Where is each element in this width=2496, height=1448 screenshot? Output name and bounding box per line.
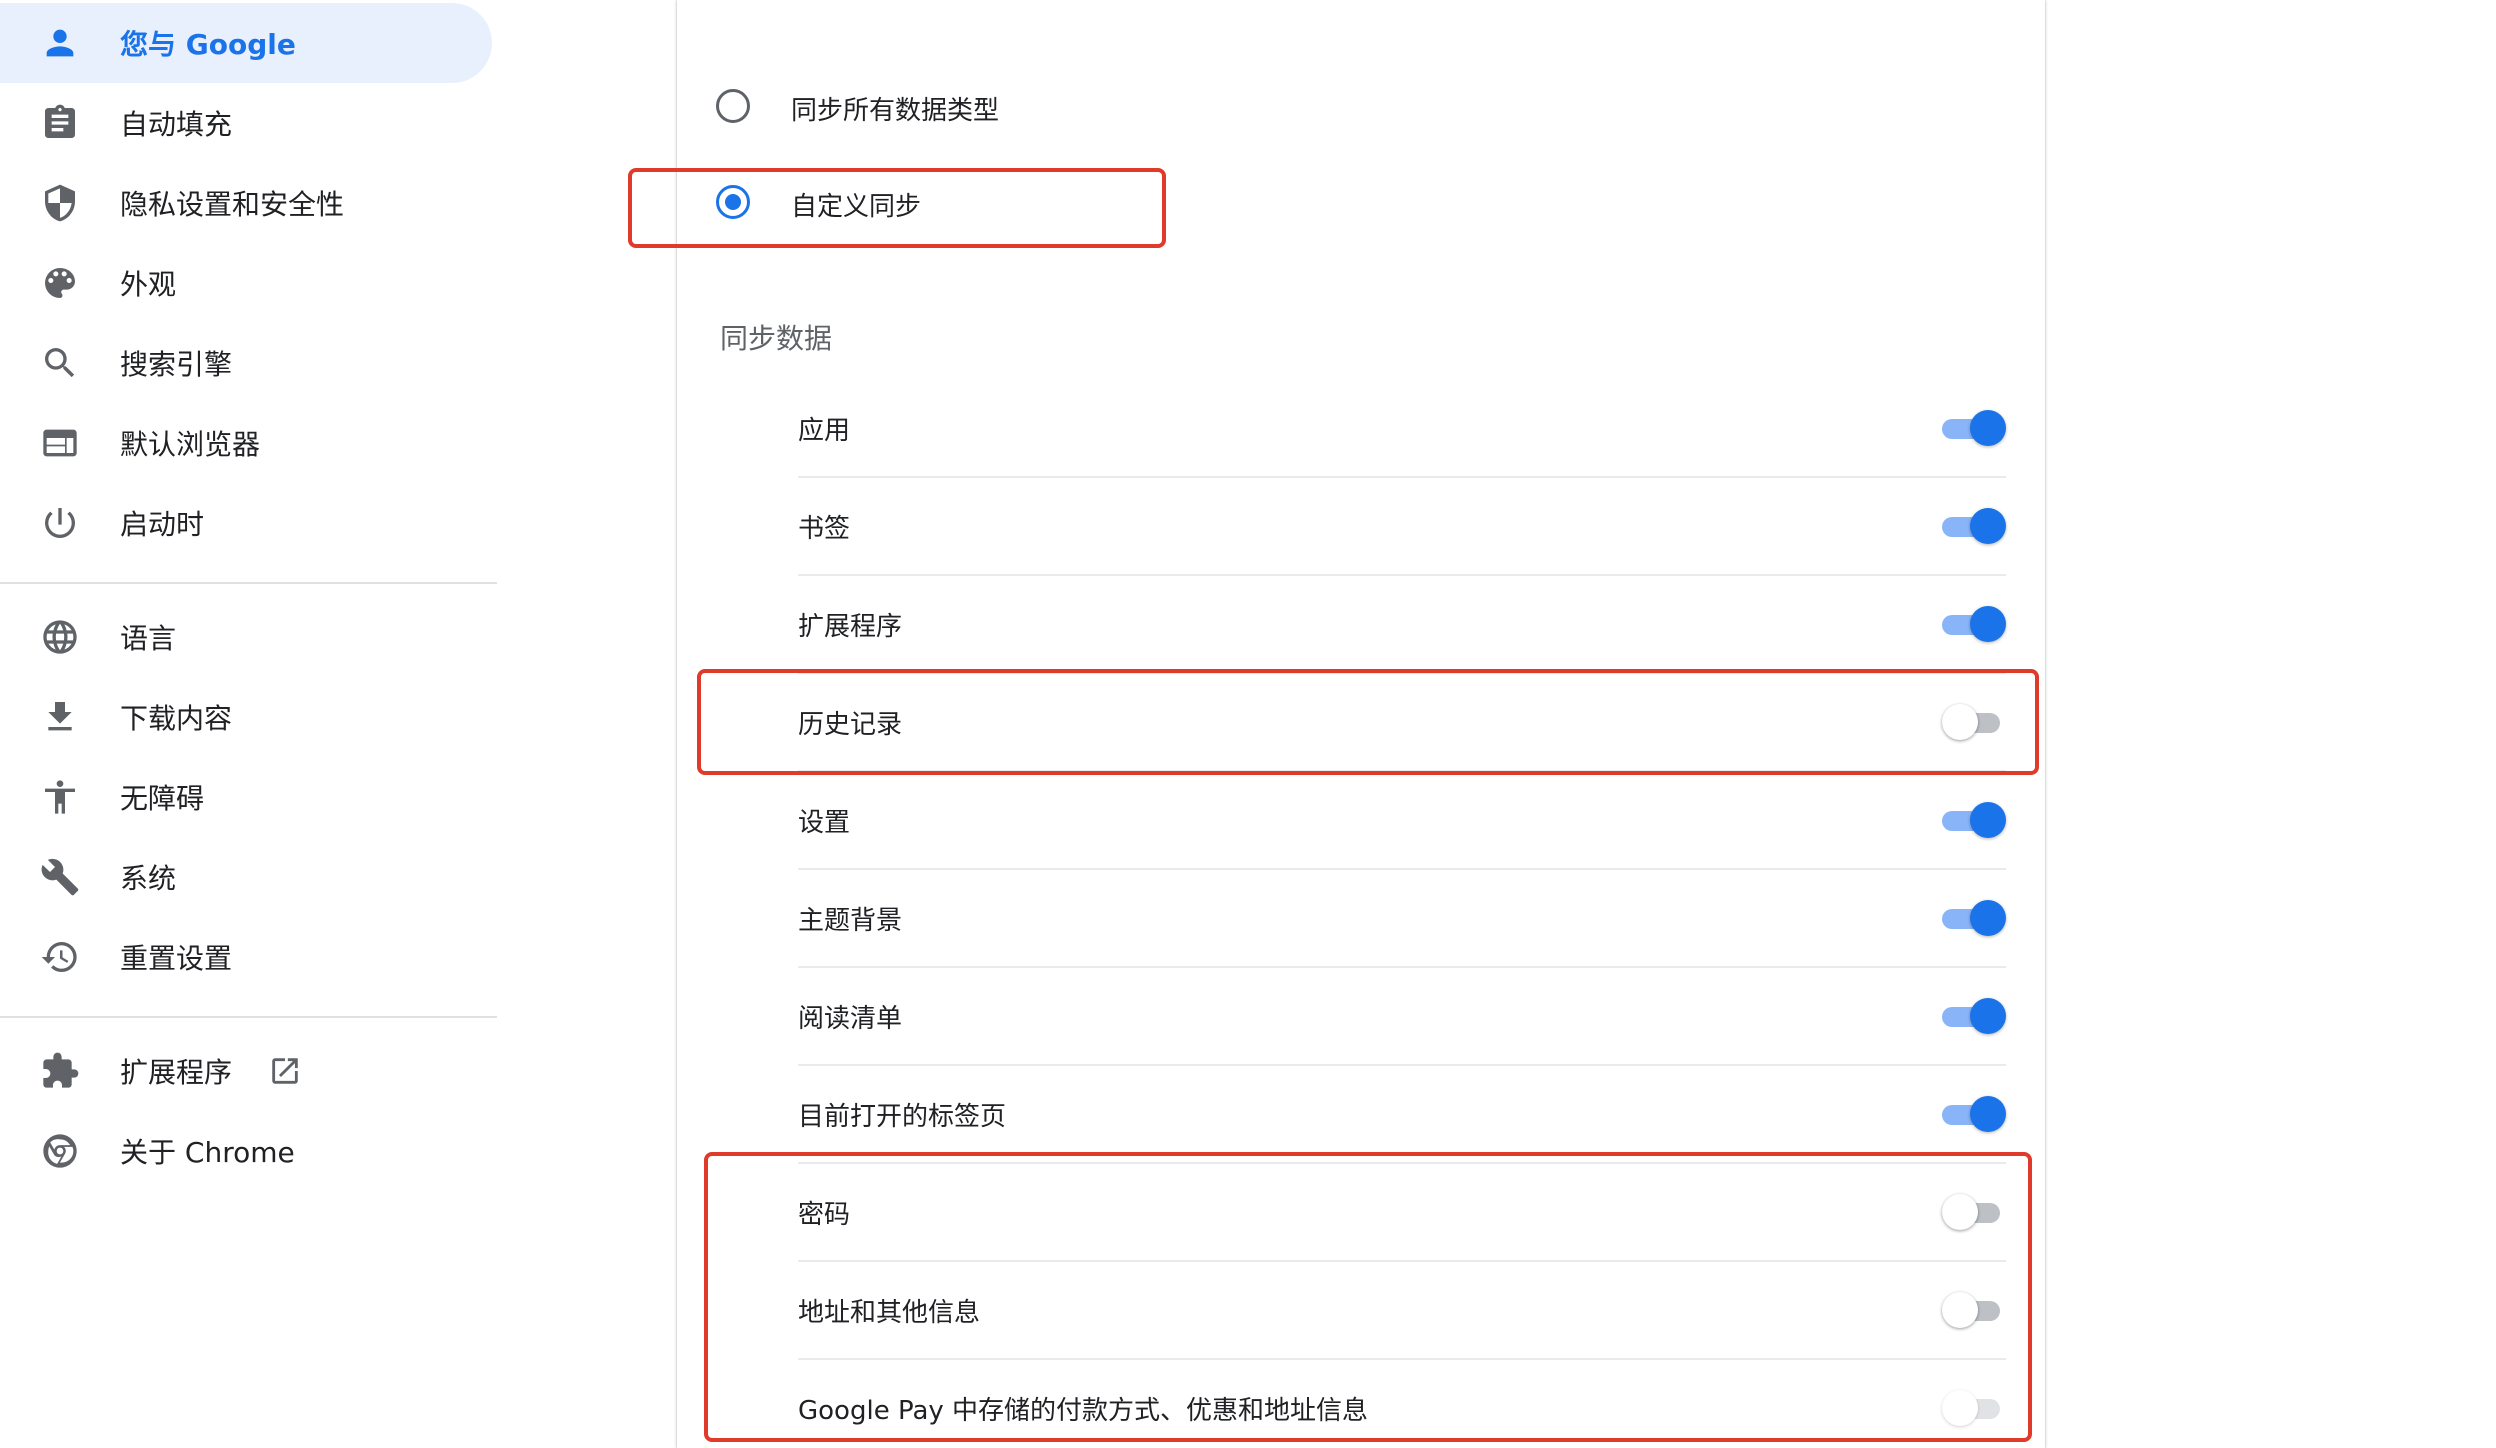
sidebar-item-on-startup[interactable]: 启动时	[0, 483, 492, 563]
row-divider	[798, 476, 2006, 478]
radio-label: 同步所有数据类型	[791, 96, 1000, 126]
toggle-switch[interactable]	[1942, 996, 2006, 1036]
puzzle-icon	[40, 1051, 80, 1091]
radio-button-checked[interactable]	[716, 185, 750, 219]
chrome-icon	[40, 1131, 80, 1171]
radio-button-unchecked[interactable]	[716, 89, 750, 123]
sidebar-item-label: 默认浏览器	[120, 428, 261, 461]
sync-row-history: 历史记录	[798, 672, 2006, 770]
sidebar-divider	[0, 1016, 497, 1018]
sidebar-divider	[0, 582, 497, 584]
sync-row-reading-list: 阅读清单	[798, 966, 2006, 1064]
sync-row-label: 书签	[798, 514, 851, 544]
toggle-switch[interactable]	[1942, 604, 2006, 644]
sync-row-themes: 主题背景	[798, 868, 2006, 966]
shield-icon	[40, 183, 80, 223]
palette-icon	[40, 263, 80, 303]
toggle-switch[interactable]	[1942, 1388, 2006, 1428]
sidebar-item-label: 您与 Google	[120, 28, 296, 61]
row-divider	[798, 770, 2006, 772]
row-divider	[798, 672, 2006, 674]
sidebar-item-extensions[interactable]: 扩展程序	[0, 1031, 492, 1111]
sidebar-item-system[interactable]: 系统	[0, 837, 492, 917]
toggle-switch[interactable]	[1942, 408, 2006, 448]
toggle-switch[interactable]	[1942, 506, 2006, 546]
download-icon	[40, 697, 80, 737]
row-divider	[798, 1162, 2006, 1164]
open-in-new-icon	[268, 1054, 302, 1088]
toggle-switch[interactable]	[1942, 1290, 2006, 1330]
sync-row-label: 阅读清单	[798, 1004, 903, 1034]
sync-row-label: 目前打开的标签页	[798, 1102, 1007, 1132]
sidebar-item-search-engine[interactable]: 搜索引擎	[0, 323, 492, 403]
sync-row-passwords: 密码	[798, 1162, 2006, 1260]
sync-row-label: 历史记录	[798, 710, 903, 740]
sync-settings-card: 同步所有数据类型 自定义同步 同步数据 应用 书签 扩展程序 历史记录 设置 主…	[677, 0, 2045, 1448]
sync-row-payments: Google Pay 中存储的付款方式、优惠和地址信息	[798, 1358, 2006, 1448]
sidebar-item-languages[interactable]: 语言	[0, 597, 492, 677]
toggle-switch[interactable]	[1942, 1192, 2006, 1232]
sync-row-label: 扩展程序	[798, 612, 903, 642]
radio-sync-everything[interactable]: 同步所有数据类型	[677, 66, 2045, 146]
sync-row-settings: 设置	[798, 770, 2006, 868]
sidebar-item-appearance[interactable]: 外观	[0, 243, 492, 323]
history-icon	[40, 937, 80, 977]
sidebar-item-label: 启动时	[120, 508, 205, 541]
toggle-switch[interactable]	[1942, 702, 2006, 742]
sync-row-label: 应用	[798, 416, 851, 446]
sync-row-label: 密码	[798, 1200, 851, 1230]
sidebar-item-label: 关于 Chrome	[120, 1136, 295, 1169]
sidebar-item-label: 自动填充	[120, 108, 233, 141]
sidebar-item-label: 搜索引擎	[120, 348, 233, 381]
sidebar-item-reset[interactable]: 重置设置	[0, 917, 492, 997]
sync-row-label: 设置	[798, 808, 851, 838]
browser-icon	[40, 423, 80, 463]
row-divider	[798, 1358, 2006, 1360]
radio-label: 自定义同步	[791, 192, 922, 222]
globe-icon	[40, 617, 80, 657]
clipboard-icon	[40, 103, 80, 143]
row-divider	[798, 1064, 2006, 1066]
radio-customize-sync[interactable]: 自定义同步	[677, 162, 2045, 242]
row-divider	[798, 868, 2006, 870]
sync-row-label: 主题背景	[798, 906, 903, 936]
toggle-switch[interactable]	[1942, 898, 2006, 938]
sidebar-item-downloads[interactable]: 下载内容	[0, 677, 492, 757]
sidebar-item-label: 语言	[120, 622, 177, 655]
toggle-switch[interactable]	[1942, 800, 2006, 840]
sidebar-item-privacy[interactable]: 隐私设置和安全性	[0, 163, 492, 243]
sidebar-item-label: 下载内容	[120, 702, 233, 735]
sidebar-item-label: 无障碍	[120, 782, 205, 815]
sidebar-item-autofill[interactable]: 自动填充	[0, 83, 492, 163]
sync-row-label: 地址和其他信息	[798, 1298, 981, 1328]
sidebar-item-about-chrome[interactable]: 关于 Chrome	[0, 1111, 492, 1191]
sidebar-item-label: 重置设置	[120, 942, 233, 975]
sync-row-bookmarks: 书签	[798, 476, 2006, 574]
row-divider	[798, 574, 2006, 576]
accessibility-icon	[40, 777, 80, 817]
sync-row-apps: 应用	[798, 378, 2006, 476]
sidebar-item-label: 外观	[120, 268, 177, 301]
power-icon	[40, 503, 80, 543]
sidebar-item-label: 扩展程序	[120, 1056, 233, 1089]
settings-sidebar: 您与 Google 自动填充 隐私设置和安全性 外观 搜索引擎 默认浏览器 启动…	[0, 0, 497, 1448]
sync-data-heading: 同步数据	[720, 322, 833, 355]
sidebar-item-label: 隐私设置和安全性	[120, 188, 345, 221]
sidebar-item-default-browser[interactable]: 默认浏览器	[0, 403, 492, 483]
sidebar-item-label: 系统	[120, 862, 177, 895]
toggle-switch[interactable]	[1942, 1094, 2006, 1134]
sidebar-item-accessibility[interactable]: 无障碍	[0, 757, 492, 837]
row-divider	[798, 1260, 2006, 1262]
sync-row-addresses: 地址和其他信息	[798, 1260, 2006, 1358]
sync-row-extensions: 扩展程序	[798, 574, 2006, 672]
person-icon	[40, 23, 80, 63]
search-icon	[40, 343, 80, 383]
wrench-icon	[40, 857, 80, 897]
sidebar-item-you-and-google[interactable]: 您与 Google	[0, 3, 492, 83]
sync-row-label: Google Pay 中存储的付款方式、优惠和地址信息	[798, 1396, 1369, 1426]
sync-row-open-tabs: 目前打开的标签页	[798, 1064, 2006, 1162]
row-divider	[798, 966, 2006, 968]
